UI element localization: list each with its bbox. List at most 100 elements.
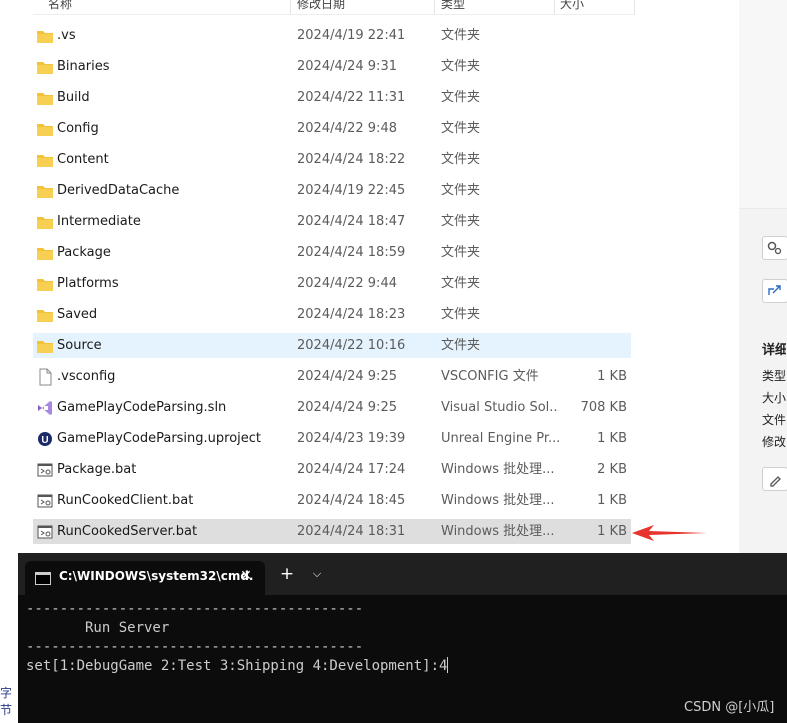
file-date: 2024/4/24 9:31 — [297, 59, 397, 74]
file-size — [553, 302, 627, 327]
file-row[interactable]: DerivedDataCache 2024/4/19 22:45 文件夹 — [33, 178, 631, 203]
cmd-icon — [35, 572, 51, 585]
column-header-type[interactable]: 类型 — [441, 0, 465, 14]
file-name: GamePlayCodeParsing.sln — [57, 400, 227, 415]
file-row[interactable]: Platforms 2024/4/22 9:44 文件夹 — [33, 271, 631, 296]
file-date: 2024/4/22 11:31 — [297, 90, 406, 105]
batch-file-icon — [36, 488, 54, 513]
file-row[interactable]: Build 2024/4/22 11:31 文件夹 — [33, 85, 631, 110]
file-date: 2024/4/24 18:45 — [297, 493, 406, 508]
file-size — [553, 147, 627, 172]
file-name: .vs — [57, 28, 76, 43]
file-explorer-window: 名称 修改日期 类型 大小 .vs 2024/4/19 22:41 文件夹 Binar… — [0, 0, 787, 560]
file-date: 2024/4/24 18:59 — [297, 245, 406, 260]
file-row[interactable]: Saved 2024/4/24 18:23 文件夹 — [33, 302, 631, 327]
column-header-date[interactable]: 修改日期 — [297, 0, 345, 14]
file-type: 文件夹 — [441, 245, 481, 260]
file-date: 2024/4/24 17:24 — [297, 462, 406, 477]
file-row[interactable]: Source 2024/4/22 10:16 文件夹 — [33, 333, 631, 358]
file-date: 2024/4/19 22:41 — [297, 28, 406, 43]
file-size: 1 KB — [597, 493, 627, 508]
file-size — [553, 333, 627, 358]
file-date: 2024/4/24 18:31 — [297, 524, 406, 539]
console-output[interactable]: ----------------------------------------… — [26, 600, 776, 676]
file-name: Config — [57, 121, 99, 136]
console-input[interactable]: 4 — [439, 658, 447, 674]
file-type: Unreal Engine Pr... — [441, 431, 559, 446]
column-header-name[interactable]: 名称 — [48, 0, 72, 14]
file-type: 文件夹 — [441, 307, 481, 322]
folder-icon — [36, 85, 54, 110]
column-divider[interactable] — [634, 0, 635, 14]
console-line: Run Server — [26, 620, 170, 636]
file-type: 文件夹 — [441, 276, 481, 291]
file-type: 文件夹 — [441, 59, 481, 74]
file-size: 708 KB — [580, 400, 627, 415]
console-line: ---------------------------------------- — [26, 639, 364, 655]
visual-studio-icon — [36, 395, 54, 420]
file-date: 2024/4/19 22:45 — [297, 183, 406, 198]
details-label-file: 文件 — [762, 413, 786, 427]
file-row[interactable]: U GamePlayCodeParsing.uproject 2024/4/23 1… — [33, 426, 631, 451]
close-tab-icon[interactable]: ✕ — [238, 566, 254, 586]
file-type: 文件夹 — [441, 152, 481, 167]
file-row[interactable]: .vsconfig 2024/4/24 9:25 VSCONFIG 文件 1 KB — [33, 364, 631, 389]
file-size — [553, 240, 627, 265]
details-pane: 详细 类型 大小 文件 修改 — [739, 0, 787, 560]
file-row[interactable]: Intermediate 2024/4/24 18:47 文件夹 — [33, 209, 631, 234]
left-window-edge: 字节 — [0, 0, 18, 723]
file-size — [553, 271, 627, 296]
edit-button[interactable] — [762, 467, 787, 491]
file-type: 文件夹 — [441, 338, 481, 353]
file-name: RunCookedClient.bat — [57, 493, 194, 508]
file-row[interactable]: .vs 2024/4/19 22:41 文件夹 — [33, 23, 631, 48]
file-type: 文件夹 — [441, 121, 481, 136]
preview-area — [739, 0, 787, 209]
tab-dropdown-icon[interactable]: ⌵ — [308, 565, 326, 583]
file-row[interactable]: RunCookedClient.bat 2024/4/24 18:45 Window… — [33, 488, 631, 513]
column-divider[interactable] — [434, 0, 435, 14]
batch-file-icon — [36, 519, 54, 544]
details-label-modified: 修改 — [762, 435, 786, 449]
terminal-tab-bar: C:\WINDOWS\system32\cmd. ✕ + ⌵ — [18, 553, 787, 595]
folder-icon — [36, 271, 54, 296]
file-date: 2024/4/24 18:47 — [297, 214, 406, 229]
file-type: 文件夹 — [441, 90, 481, 105]
file-date: 2024/4/24 9:25 — [297, 369, 397, 384]
file-type: Windows 批处理... — [441, 462, 555, 477]
new-tab-icon[interactable]: + — [278, 565, 296, 583]
file-icon — [36, 364, 54, 389]
file-size — [553, 54, 627, 79]
batch-file-icon — [36, 457, 54, 482]
file-row[interactable]: GamePlayCodeParsing.sln 2024/4/24 9:25 Vis… — [33, 395, 631, 420]
file-row[interactable]: Package.bat 2024/4/24 17:24 Windows 批处理...… — [33, 457, 631, 482]
terminal-tab-title: C:\WINDOWS\system32\cmd. — [59, 569, 254, 583]
file-row[interactable]: Config 2024/4/22 9:48 文件夹 — [33, 116, 631, 141]
terminal-window: C:\WINDOWS\system32\cmd. ✕ + ⌵ ---------… — [18, 553, 787, 723]
file-type: 文件夹 — [441, 183, 481, 198]
file-date: 2024/4/24 18:23 — [297, 307, 406, 322]
file-name: Intermediate — [57, 214, 141, 229]
file-row[interactable]: Content 2024/4/24 18:22 文件夹 — [33, 147, 631, 172]
file-row[interactable]: RunCookedServer.bat 2024/4/24 18:31 Window… — [33, 519, 631, 544]
column-divider[interactable] — [290, 0, 291, 14]
folder-icon — [36, 209, 54, 234]
file-type: Visual Studio Sol... — [441, 400, 559, 415]
file-size — [553, 85, 627, 110]
file-date: 2024/4/22 9:44 — [297, 276, 397, 291]
details-label-type: 类型 — [762, 369, 786, 383]
svg-text:U: U — [41, 435, 48, 446]
file-row[interactable]: Binaries 2024/4/24 9:31 文件夹 — [33, 54, 631, 79]
text-cursor — [447, 657, 449, 673]
properties-button[interactable] — [762, 236, 787, 260]
file-row[interactable]: Package 2024/4/24 18:59 文件夹 — [33, 240, 631, 265]
file-size: 2 KB — [597, 462, 627, 477]
terminal-tab[interactable]: C:\WINDOWS\system32\cmd. ✕ — [25, 561, 265, 595]
share-button[interactable] — [762, 279, 787, 303]
file-date: 2024/4/22 9:48 — [297, 121, 397, 136]
file-size — [553, 178, 627, 203]
details-heading: 详细 — [762, 343, 786, 358]
file-date: 2024/4/22 10:16 — [297, 338, 406, 353]
column-divider[interactable] — [554, 0, 555, 14]
column-header-size[interactable]: 大小 — [560, 0, 584, 14]
